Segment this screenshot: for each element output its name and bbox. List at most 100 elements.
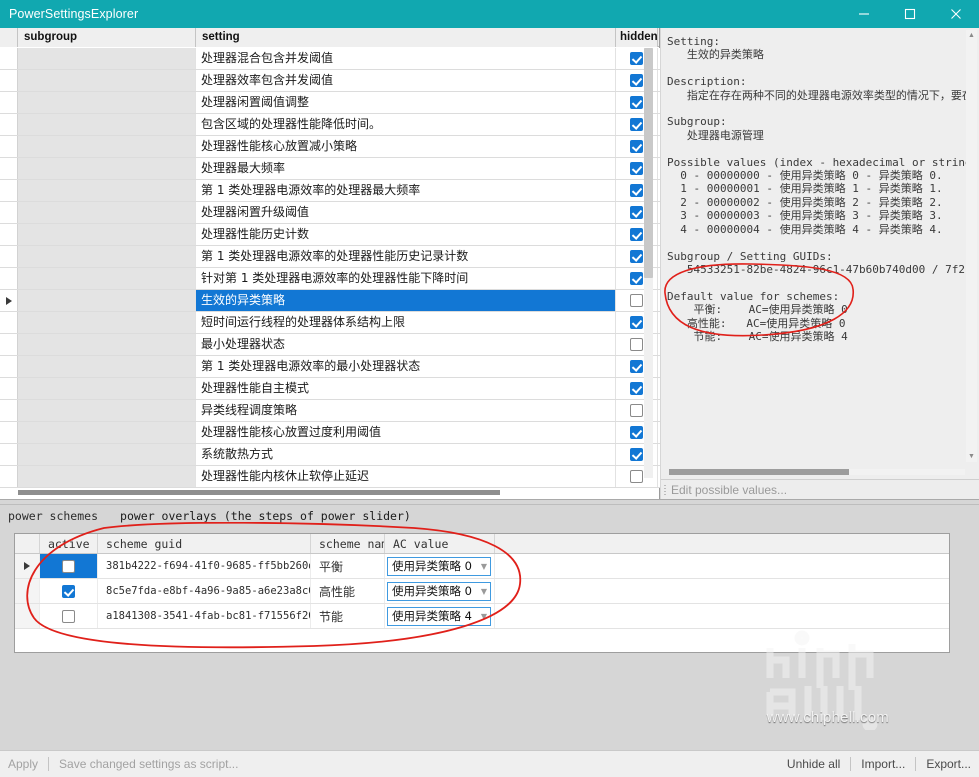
cell-active[interactable] — [40, 554, 98, 578]
active-checkbox[interactable] — [62, 609, 75, 623]
active-checkbox[interactable] — [62, 584, 75, 598]
hidden-checkbox[interactable] — [630, 272, 643, 285]
column-header-active[interactable]: active — [40, 534, 98, 553]
scroll-down-arrow-icon[interactable]: ▼ — [966, 451, 977, 462]
table-row[interactable]: 处理器性能核心放置减小策略 — [0, 136, 660, 158]
table-row[interactable]: 异类线程调度策略 — [0, 400, 660, 422]
hidden-checkbox[interactable] — [630, 74, 643, 87]
table-row[interactable]: 系统散热方式 — [0, 444, 660, 466]
hidden-checkbox[interactable] — [630, 206, 643, 219]
table-row[interactable]: 处理器闲置升级阈值 — [0, 202, 660, 224]
table-row[interactable]: 生效的异类策略 — [0, 290, 660, 312]
hidden-checkbox[interactable] — [630, 250, 643, 263]
hidden-checkbox[interactable] — [630, 228, 643, 241]
column-header-setting[interactable]: setting — [196, 27, 616, 47]
export-button[interactable]: Export... — [924, 757, 973, 771]
scrollbar-thumb[interactable] — [644, 48, 653, 278]
hidden-checkbox[interactable] — [630, 96, 643, 109]
tab-power-overlays[interactable]: power overlays (the steps of power slide… — [120, 509, 421, 523]
detail-vertical-scrollbar[interactable]: ▲ ▼ — [966, 30, 977, 462]
power-schemes-grid-body[interactable]: 381b4222-f694-41f0-9685-ff5bb260df2e 平衡 使用… — [15, 554, 949, 629]
cell-scheme-name: 平衡 — [311, 554, 385, 578]
table-row[interactable]: 第 1 类处理器电源效率的处理器最大频率 — [0, 180, 660, 202]
hidden-checkbox[interactable] — [630, 118, 643, 131]
cell-setting: 处理器效率包含并发阈值 — [196, 70, 616, 91]
cell-ac-value[interactable]: 使用异类策略 0 ▼ — [385, 579, 495, 603]
column-header-subgroup[interactable]: subgroup — [18, 27, 196, 47]
cell-active[interactable] — [40, 579, 98, 603]
hidden-checkbox[interactable] — [630, 382, 643, 395]
column-header-hidden[interactable]: hidden — [616, 27, 658, 47]
table-row[interactable]: 第 1 类处理器电源效率的最小处理器状态 — [0, 356, 660, 378]
close-button[interactable] — [933, 0, 979, 28]
cell-subgroup — [18, 48, 196, 69]
bottom-section: power schemes power overlays (the steps o… — [0, 505, 979, 750]
cell-filler — [495, 554, 949, 578]
minimize-button[interactable] — [841, 0, 887, 28]
scheme-row[interactable]: 8c5e7fda-e8bf-4a96-9a85-a6e23a8c635c 高性能使… — [15, 579, 949, 604]
hidden-checkbox[interactable] — [630, 162, 643, 175]
table-row[interactable]: 最小处理器状态 — [0, 334, 660, 356]
table-row[interactable]: 处理器效率包含并发阈值 — [0, 70, 660, 92]
table-row[interactable]: 包含区域的处理器性能降低时间。 — [0, 114, 660, 136]
cell-subgroup — [18, 70, 196, 91]
row-indicator-cell — [0, 422, 18, 443]
hidden-checkbox[interactable] — [630, 426, 643, 439]
row-indicator-cell — [0, 312, 18, 333]
tab-power-schemes[interactable]: power schemes — [8, 509, 108, 523]
hidden-checkbox[interactable] — [630, 184, 643, 197]
column-header-scheme-name[interactable]: scheme name — [311, 534, 385, 553]
cell-subgroup — [18, 400, 196, 421]
save-script-button[interactable]: Save changed settings as script... — [57, 757, 240, 771]
hidden-checkbox[interactable] — [630, 470, 643, 483]
settings-grid-vertical-scrollbar[interactable] — [644, 48, 653, 478]
ac-value-dropdown[interactable]: 使用异类策略 0 ▼ — [387, 581, 491, 601]
hidden-checkbox[interactable] — [630, 360, 643, 373]
unhide-all-button[interactable]: Unhide all — [785, 757, 842, 771]
cell-ac-value[interactable]: 使用异类策略 4 ▼ — [385, 604, 495, 628]
hidden-checkbox[interactable] — [630, 140, 643, 153]
settings-grid-body[interactable]: 处理器混合包含并发阈值 处理器效率包含并发阈值 处理器闲置阈值调整 包含区域的处理器性… — [0, 48, 660, 499]
table-row[interactable]: 处理器最大频率 — [0, 158, 660, 180]
table-row[interactable]: 短时间运行线程的处理器体系结构上限 — [0, 312, 660, 334]
hidden-checkbox[interactable] — [630, 448, 643, 461]
scheme-row[interactable]: a1841308-3541-4fab-bc81-f71556f20b4a 节能 使用… — [15, 604, 949, 629]
cell-active[interactable] — [40, 604, 98, 628]
hidden-checkbox[interactable] — [630, 404, 643, 417]
column-header-ac-value[interactable]: AC value — [385, 534, 495, 553]
edit-possible-values-button[interactable]: Edit possible values... — [661, 479, 979, 499]
cell-scheme-guid: 8c5e7fda-e8bf-4a96-9a85-a6e23a8c635c — [98, 579, 311, 603]
column-header-scheme-guid[interactable]: scheme guid — [98, 534, 311, 553]
table-row[interactable]: 处理器性能内核休止软停止延迟 — [0, 466, 660, 488]
scheme-row[interactable]: 381b4222-f694-41f0-9685-ff5bb260df2e 平衡 使用… — [15, 554, 949, 579]
hidden-checkbox[interactable] — [630, 338, 643, 351]
ac-value-dropdown[interactable]: 使用异类策略 0 ▼ — [387, 556, 491, 576]
cell-setting: 生效的异类策略 — [196, 290, 616, 311]
hidden-checkbox[interactable] — [630, 316, 643, 329]
table-row[interactable]: 处理器性能历史计数 — [0, 224, 660, 246]
row-indicator-cell — [0, 356, 18, 377]
table-row[interactable]: 针对第 1 类处理器电源效率的处理器性能下降时间 — [0, 268, 660, 290]
settings-grid-header: subgroup setting hidden — [0, 27, 659, 47]
cell-setting: 包含区域的处理器性能降低时间。 — [196, 114, 616, 135]
hidden-checkbox[interactable] — [630, 52, 643, 65]
ac-value-dropdown[interactable]: 使用异类策略 4 ▼ — [387, 606, 491, 626]
table-row[interactable]: 处理器混合包含并发阈值 — [0, 48, 660, 70]
maximize-button[interactable] — [887, 0, 933, 28]
table-row[interactable]: 第 1 类处理器电源效率的处理器性能历史记录计数 — [0, 246, 660, 268]
scrollbar-thumb[interactable] — [669, 469, 849, 475]
scheme-row-indicator-cell — [15, 604, 40, 628]
row-indicator-cell — [0, 92, 18, 113]
table-row[interactable]: 处理器性能核心放置过度利用阈值 — [0, 422, 660, 444]
apply-button[interactable]: Apply — [0, 757, 40, 771]
hidden-checkbox[interactable] — [630, 294, 643, 307]
cell-ac-value[interactable]: 使用异类策略 0 ▼ — [385, 554, 495, 578]
active-checkbox[interactable] — [62, 559, 75, 573]
table-row[interactable]: 处理器闲置阈值调整 — [0, 92, 660, 114]
scroll-up-arrow-icon[interactable]: ▲ — [966, 30, 977, 41]
import-button[interactable]: Import... — [859, 757, 907, 771]
cell-setting: 处理器混合包含并发阈值 — [196, 48, 616, 69]
detail-horizontal-scrollbar[interactable] — [669, 469, 965, 475]
table-row[interactable]: 处理器性能自主模式 — [0, 378, 660, 400]
settings-grid-horizontal-scrollbar[interactable] — [18, 490, 500, 495]
